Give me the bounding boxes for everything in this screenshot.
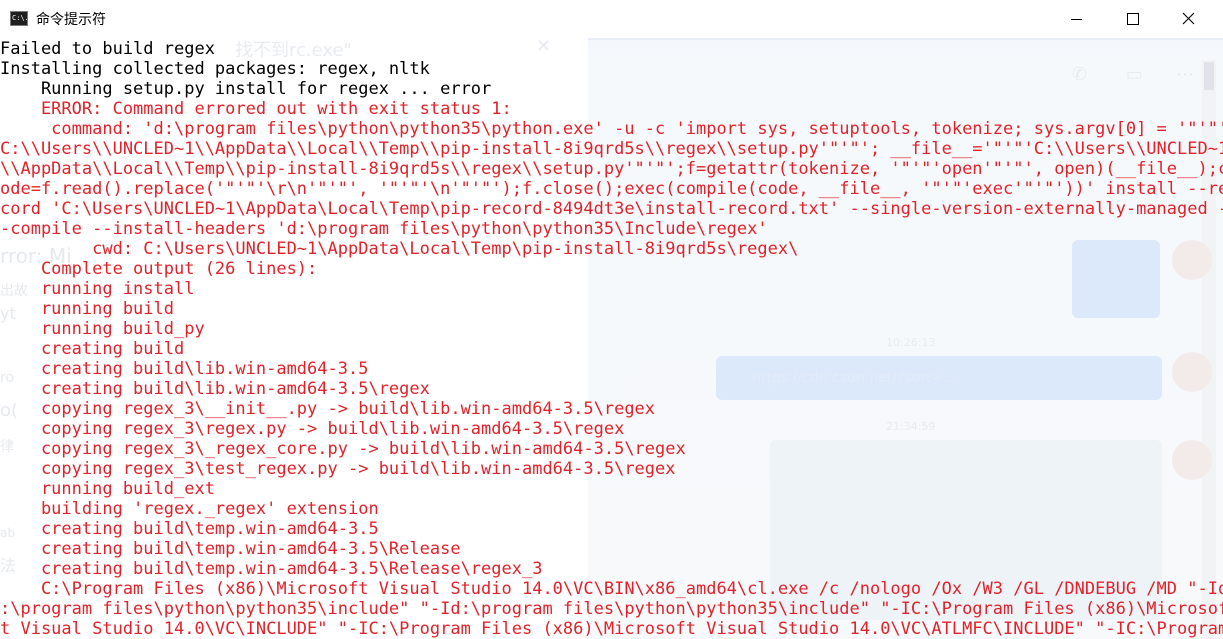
maximize-button[interactable] [1104,0,1160,38]
console-line: building 'regex._regex' extension [0,499,379,519]
close-icon [1182,12,1195,25]
console-line: running install [0,279,195,299]
console-output[interactable]: Failed to build regex Installing collecte… [0,39,1223,639]
cmd-window: 韋安宁 ★ 找不到rc.exe" ✕ ✆ ▭ ⋯ 10:26:13 21:34:… [0,0,1223,639]
console-line: \\AppData\\Local\\Temp\\pip-install-8i9q… [0,159,1223,179]
console-line: Running setup.py install for regex ... e… [0,79,492,99]
window-title: 命令提示符 [36,12,106,28]
console-line: creating build\temp.win-amd64-3.5\Releas… [0,539,461,559]
maximize-icon [1127,13,1139,25]
console-line: copying regex_3\regex.py -> build\lib.wi… [0,419,625,439]
console-line: t Visual Studio 14.0\VC\INCLUDE" "-IC:\P… [0,619,1223,639]
console-line: copying regex_3\test_regex.py -> build\l… [0,459,676,479]
console-line: Installing collected packages: regex, nl… [0,59,430,79]
close-button[interactable] [1160,0,1216,38]
console-line: creating build [0,339,185,359]
console-line: creating build\temp.win-amd64-3.5\Releas… [0,559,543,579]
console-line: copying regex_3\_regex_core.py -> build\… [0,439,686,459]
console-line: running build [0,299,174,319]
console-line: creating build\temp.win-amd64-3.5 [0,519,379,539]
minimize-button[interactable] [1048,0,1104,38]
console-line: ERROR: Command errored out with exit sta… [0,99,512,119]
console-line: C:\Program Files (x86)\Microsoft Visual … [0,579,1223,599]
console-line: Failed to build regex [0,39,215,59]
cmd-icon: C:\. [10,11,28,26]
console-line: :\program files\python\python35\include"… [0,599,1223,619]
console-line: Complete output (26 lines): [0,259,318,279]
console-line: copying regex_3\__init__.py -> build\lib… [0,399,656,419]
console-line: running build_py [0,319,205,339]
console-line: cwd: C:\Users\UNCLED~1\AppData\Local\Tem… [0,239,799,259]
console-line: cord 'C:\Users\UNCLED~1\AppData\Local\Te… [0,199,1223,219]
console-line: -compile --install-headers 'd:\program f… [0,219,768,239]
console-line: ode=f.read().replace('"'"'\r\n'"'"', '"'… [0,179,1223,199]
title-bar[interactable]: C:\. 命令提示符 [0,0,1223,38]
console-line: command: 'd:\program files\python\python… [0,119,1223,139]
console-line: C:\\Users\\UNCLED~1\\AppData\\Local\\Tem… [0,139,1223,159]
console-line: running build_ext [0,479,215,499]
minimize-icon [1071,19,1082,20]
console-line: creating build\lib.win-amd64-3.5 [0,359,369,379]
console-line: creating build\lib.win-amd64-3.5\regex [0,379,430,399]
